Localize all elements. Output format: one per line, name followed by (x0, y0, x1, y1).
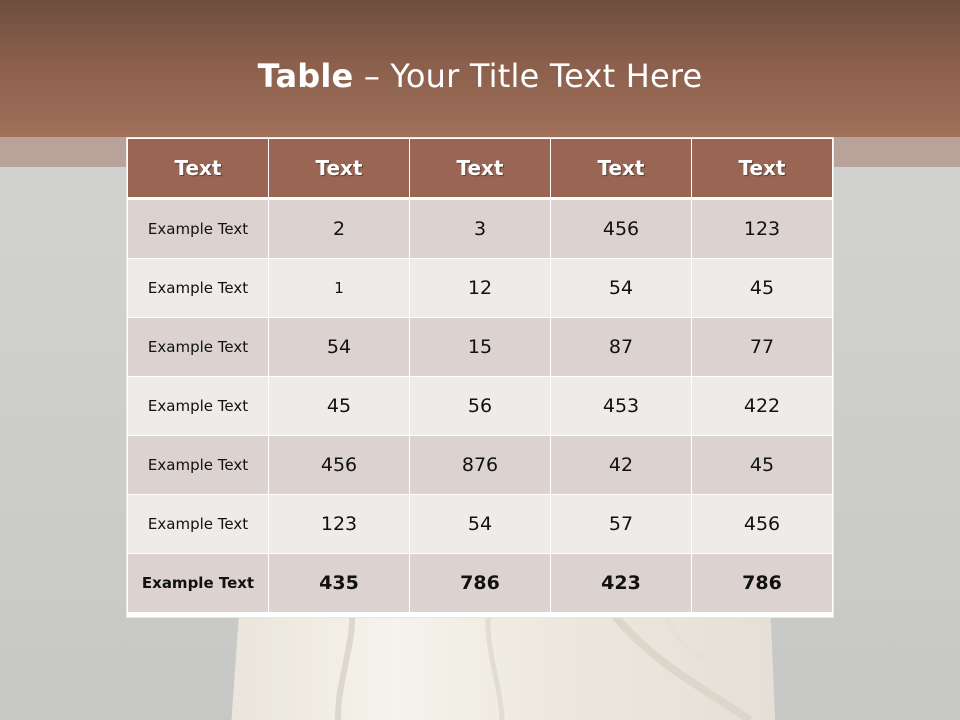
table-cell: 1 (268, 258, 410, 318)
column-header: Text (550, 138, 692, 200)
table-row: Example Text 54 15 87 77 (127, 317, 833, 377)
table-cell: 2 (268, 198, 410, 259)
table-cell: 12 (409, 258, 551, 318)
table-total-row: Example Text 435 786 423 786 (127, 553, 833, 613)
row-label: Example Text (127, 553, 269, 613)
table-cell: 456 (550, 198, 692, 259)
slide: Table – Your Title Text Here Text Text T… (0, 0, 960, 720)
table-cell: 435 (268, 553, 410, 613)
row-label: Example Text (127, 317, 269, 377)
table-cell: 87 (550, 317, 692, 377)
fabric-drape-image (231, 600, 776, 720)
data-table-container: Text Text Text Text Text Example Text 2 … (127, 138, 833, 617)
column-header: Text (691, 138, 833, 200)
table-cell: 77 (691, 317, 833, 377)
table-cell: 54 (550, 258, 692, 318)
row-label: Example Text (127, 258, 269, 318)
table-cell: 423 (550, 553, 692, 613)
table-cell: 786 (691, 553, 833, 613)
row-label: Example Text (127, 435, 269, 495)
column-header: Text (409, 138, 551, 200)
table-cell: 456 (268, 435, 410, 495)
table-header-row: Text Text Text Text Text (127, 138, 833, 200)
table-cell: 45 (691, 258, 833, 318)
table-cell: 45 (691, 435, 833, 495)
table-row: Example Text 45 56 453 422 (127, 376, 833, 436)
table-cell: 3 (409, 198, 551, 259)
table-cell: 45 (268, 376, 410, 436)
table-cell: 54 (409, 494, 551, 554)
table-cell: 54 (268, 317, 410, 377)
table-cell: 56 (409, 376, 551, 436)
title-rest: – Your Title Text Here (353, 57, 703, 95)
table-cell: 123 (268, 494, 410, 554)
table-row: Example Text 123 54 57 456 (127, 494, 833, 554)
table-cell: 15 (409, 317, 551, 377)
table-cell: 57 (550, 494, 692, 554)
row-label: Example Text (127, 198, 269, 259)
table-cell: 123 (691, 198, 833, 259)
data-table: Text Text Text Text Text Example Text 2 … (127, 138, 833, 613)
table-cell: 876 (409, 435, 551, 495)
row-label: Example Text (127, 376, 269, 436)
slide-title: Table – Your Title Text Here (0, 54, 960, 98)
table-row: Example Text 456 876 42 45 (127, 435, 833, 495)
title-bold: Table (257, 57, 354, 95)
table-cell: 422 (691, 376, 833, 436)
table-cell: 786 (409, 553, 551, 613)
table-cell: 42 (550, 435, 692, 495)
table-row: Example Text 1 12 54 45 (127, 258, 833, 318)
column-header: Text (268, 138, 410, 200)
row-label: Example Text (127, 494, 269, 554)
column-header: Text (127, 138, 269, 200)
table-row: Example Text 2 3 456 123 (127, 198, 833, 259)
table-cell: 453 (550, 376, 692, 436)
table-cell: 456 (691, 494, 833, 554)
